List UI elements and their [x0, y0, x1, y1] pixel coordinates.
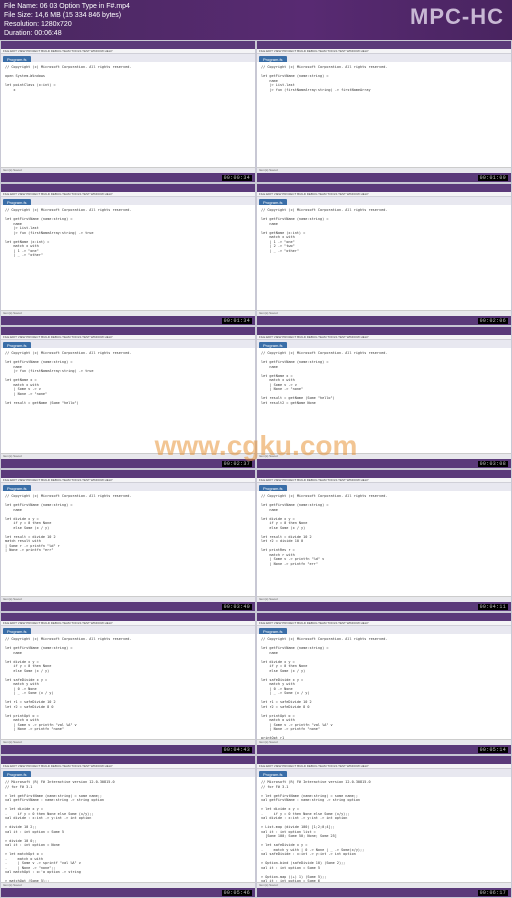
thumbnail[interactable]: FILE EDIT VIEW PROJECT BUILD DEBUG TEAM …: [0, 755, 256, 898]
seek-bar: 00:02:37: [1, 459, 255, 468]
code-editor: // Copyright (c) Microsoft Corporation. …: [257, 634, 511, 739]
timestamp-label: 00:00:34: [222, 175, 252, 181]
seek-bar: 00:05:46: [1, 888, 255, 897]
duration-line: Duration: 00:06:48: [4, 29, 130, 38]
thumbnail[interactable]: FILE EDIT VIEW PROJECT BUILD DEBUG TEAM …: [0, 469, 256, 612]
thumbnail[interactable]: FILE EDIT VIEW PROJECT BUILD DEBUG TEAM …: [0, 40, 256, 183]
timestamp-label: 00:04:43: [222, 747, 252, 753]
tab-strip: Program.fs: [257, 626, 511, 634]
tab-strip: Program.fs: [1, 197, 255, 205]
thumbnail-grid: FILE EDIT VIEW PROJECT BUILD DEBUG TEAM …: [0, 40, 512, 898]
window-titlebar: [1, 184, 255, 192]
seek-bar: 00:05:14: [257, 745, 511, 754]
timestamp-label: 00:01:34: [222, 318, 252, 324]
code-editor: // Copyright (c) Microsoft Corporation. …: [1, 348, 255, 453]
seek-bar: 00:00:34: [1, 173, 255, 182]
window-titlebar: [257, 470, 511, 478]
tab-strip: Program.fs: [1, 54, 255, 62]
thumbnail[interactable]: FILE EDIT VIEW PROJECT BUILD DEBUG TEAM …: [0, 612, 256, 755]
tab-strip: Program.fs: [1, 769, 255, 777]
timestamp-label: 00:02:06: [478, 318, 508, 324]
code-editor: // Microsoft (R) F# Interactive version …: [257, 777, 511, 882]
code-editor: // Copyright (c) Microsoft Corporation. …: [1, 205, 255, 310]
thumbnail[interactable]: FILE EDIT VIEW PROJECT BUILD DEBUG TEAM …: [256, 40, 512, 183]
window-titlebar: [1, 327, 255, 335]
thumbnail[interactable]: FILE EDIT VIEW PROJECT BUILD DEBUG TEAM …: [256, 755, 512, 898]
timestamp-label: 00:01:09: [478, 175, 508, 181]
seek-bar: 00:04:11: [257, 602, 511, 611]
file-size-line: File Size: 14,6 MB (15 334 846 bytes): [4, 11, 130, 20]
window-titlebar: [1, 756, 255, 764]
thumbnail[interactable]: FILE EDIT VIEW PROJECT BUILD DEBUG TEAM …: [256, 326, 512, 469]
player-header: File Name: 06 03 Option Type in F#.mp4 F…: [0, 0, 512, 40]
window-titlebar: [257, 327, 511, 335]
seek-bar: 00:04:43: [1, 745, 255, 754]
timestamp-label: 00:04:11: [478, 604, 508, 610]
file-info-block: File Name: 06 03 Option Type in F#.mp4 F…: [4, 2, 130, 38]
tab-strip: Program.fs: [257, 769, 511, 777]
thumbnail[interactable]: FILE EDIT VIEW PROJECT BUILD DEBUG TEAM …: [256, 612, 512, 755]
seek-bar: 00:03:40: [1, 602, 255, 611]
code-editor: // Copyright (c) Microsoft Corporation. …: [1, 491, 255, 596]
tab-strip: Program.fs: [257, 197, 511, 205]
timestamp-label: 00:02:37: [222, 461, 252, 467]
code-editor: // Copyright (c) Microsoft Corporation. …: [257, 205, 511, 310]
window-titlebar: [1, 470, 255, 478]
window-titlebar: [257, 756, 511, 764]
window-titlebar: [257, 184, 511, 192]
seek-bar: 00:02:06: [257, 316, 511, 325]
seek-bar: 00:01:34: [1, 316, 255, 325]
seek-bar: 00:03:08: [257, 459, 511, 468]
window-titlebar: [257, 41, 511, 49]
thumbnail[interactable]: FILE EDIT VIEW PROJECT BUILD DEBUG TEAM …: [0, 326, 256, 469]
code-editor: // Microsoft (R) F# Interactive version …: [1, 777, 255, 882]
seek-bar: 00:01:09: [257, 173, 511, 182]
thumbnail[interactable]: FILE EDIT VIEW PROJECT BUILD DEBUG TEAM …: [0, 183, 256, 326]
file-name-line: File Name: 06 03 Option Type in F#.mp4: [4, 2, 130, 11]
window-titlebar: [1, 41, 255, 49]
app-brand: MPC-HC: [410, 4, 504, 30]
tab-strip: Program.fs: [257, 54, 511, 62]
timestamp-label: 00:03:40: [222, 604, 252, 610]
window-titlebar: [257, 613, 511, 621]
seek-bar: 00:06:17: [257, 888, 511, 897]
tab-strip: Program.fs: [257, 340, 511, 348]
code-editor: // Copyright (c) Microsoft Corporation. …: [257, 348, 511, 453]
tab-strip: Program.fs: [257, 483, 511, 491]
thumbnail[interactable]: FILE EDIT VIEW PROJECT BUILD DEBUG TEAM …: [256, 469, 512, 612]
timestamp-label: 00:05:46: [222, 890, 252, 896]
resolution-line: Resolution: 1280x720: [4, 20, 130, 29]
thumbnail[interactable]: FILE EDIT VIEW PROJECT BUILD DEBUG TEAM …: [256, 183, 512, 326]
code-editor: // Copyright (c) Microsoft Corporation. …: [1, 634, 255, 739]
timestamp-label: 00:03:08: [478, 461, 508, 467]
code-editor: // Copyright (c) Microsoft Corporation. …: [257, 62, 511, 167]
tab-strip: Program.fs: [1, 340, 255, 348]
tab-strip: Program.fs: [1, 626, 255, 634]
window-titlebar: [1, 613, 255, 621]
tab-strip: Program.fs: [1, 483, 255, 491]
code-editor: // Copyright (c) Microsoft Corporation. …: [257, 491, 511, 596]
timestamp-label: 00:05:14: [478, 747, 508, 753]
timestamp-label: 00:06:17: [478, 890, 508, 896]
code-editor: // Copyright (c) Microsoft Corporation. …: [1, 62, 255, 167]
